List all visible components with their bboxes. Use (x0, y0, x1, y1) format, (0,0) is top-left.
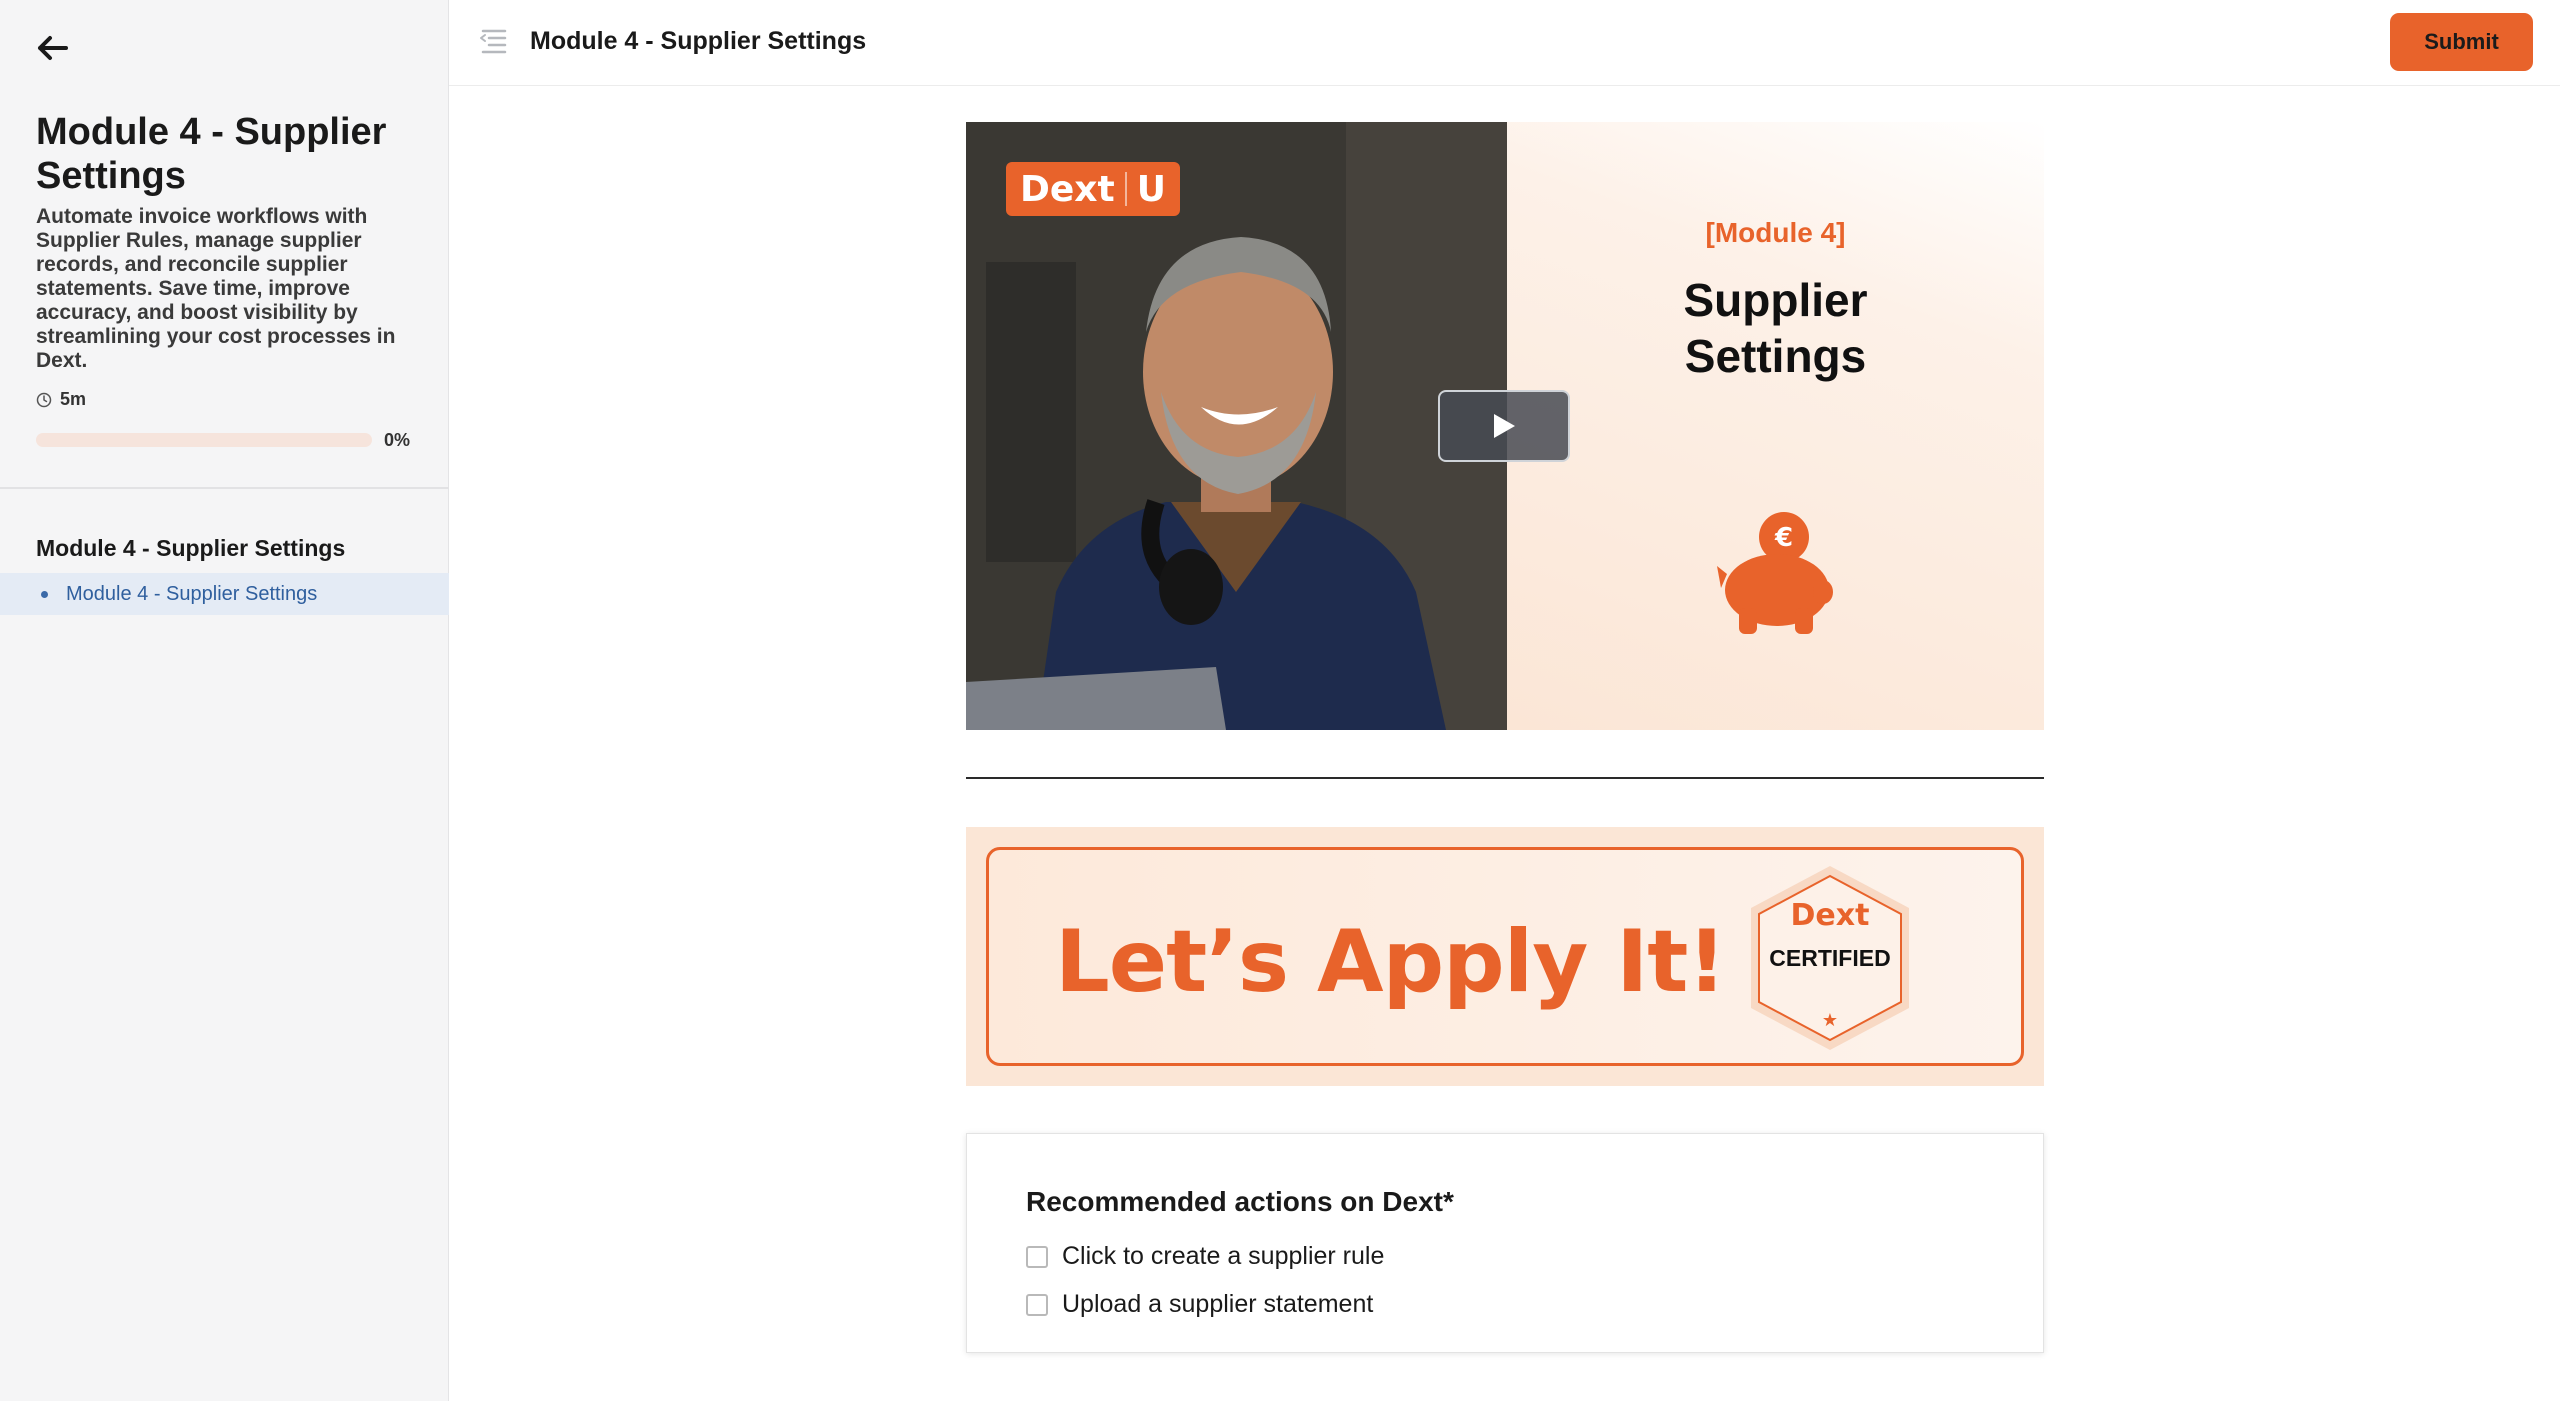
course-duration: 5m (36, 389, 86, 410)
lesson-topbar: Module 4 - Supplier Settings Submit (449, 0, 2560, 86)
back-arrow-icon (38, 36, 68, 60)
duration-label: 5m (60, 389, 87, 409)
dext-certified-badge: ★ Dext CERTIFIED (1737, 860, 1923, 1056)
cert-brand: Dext (1790, 898, 1870, 933)
dext-u-logo-brand: Dext (1020, 168, 1115, 210)
dext-u-logo-letter: U (1136, 168, 1166, 210)
sidebar-item-label: Module 4 - Supplier Settings (66, 582, 318, 605)
module-name: Supplier Settings (1507, 272, 2044, 384)
piggy-bank-icon: € (1717, 512, 1833, 634)
submit-button[interactable]: Submit (2390, 13, 2533, 71)
apply-banner-frame: Let’s Apply It! ★ Dext CERTIFIED (986, 847, 2024, 1066)
apply-banner: Let’s Apply It! ★ Dext CERTIFIED (966, 827, 2044, 1086)
action-checkbox-create-supplier-rule[interactable]: Click to create a supplier rule (1026, 1242, 1384, 1271)
dext-u-logo: Dext U (1006, 162, 1180, 216)
play-icon (1494, 414, 1515, 438)
course-progress-bar (36, 433, 372, 447)
checkbox[interactable] (1026, 1293, 1048, 1316)
action-checkbox-upload-supplier-statement[interactable]: Upload a supplier statement (1026, 1290, 1373, 1319)
module-tag: [Module 4] (1705, 217, 1846, 248)
toc-toggle-button[interactable] (477, 26, 509, 56)
action-label: Upload a supplier statement (1062, 1290, 1374, 1318)
recommended-actions-card: Recommended actions on Dext* Click to cr… (966, 1133, 2044, 1353)
checkbox[interactable] (1026, 1245, 1048, 1268)
module-name-line-2: Settings (1684, 330, 1867, 382)
video-title-panel: [Module 4] Supplier Settings € (1507, 122, 2044, 730)
recommended-actions-title: Recommended actions on Dext* (1026, 1186, 1454, 1217)
course-sidebar: Module 4 - Supplier Settings Automate in… (0, 0, 449, 1401)
video-player[interactable]: Dext U [Module 4] Supplier Settings € (966, 122, 2044, 730)
dext-u-logo-separator (1124, 172, 1127, 206)
course-title: Module 4 - Supplier Settings (36, 111, 387, 197)
sidebar-item-bullet (41, 590, 48, 598)
course-description: Automate invoice workflows with Supplier… (36, 205, 396, 372)
sidebar-section-title: Module 4 - Supplier Settings (36, 535, 346, 561)
apply-heading: Let’s Apply It! (1055, 912, 1727, 1012)
sidebar-item-module-4[interactable]: Module 4 - Supplier Settings (0, 573, 449, 615)
play-button[interactable] (1438, 390, 1570, 462)
action-label: Click to create a supplier rule (1062, 1242, 1385, 1270)
section-divider (966, 777, 2044, 779)
lesson-title: Module 4 - Supplier Settings (530, 27, 867, 55)
star-icon: ★ (1822, 1010, 1838, 1031)
toc-icon (480, 29, 507, 54)
back-button[interactable] (32, 30, 72, 66)
course-progress-label: 0% (384, 430, 411, 450)
cert-label: CERTIFIED (1769, 945, 1891, 971)
module-name-line-1: Supplier (1683, 274, 1868, 326)
euro-icon: € (1774, 523, 1793, 553)
clock-icon (36, 392, 52, 407)
sidebar-divider (0, 487, 449, 489)
